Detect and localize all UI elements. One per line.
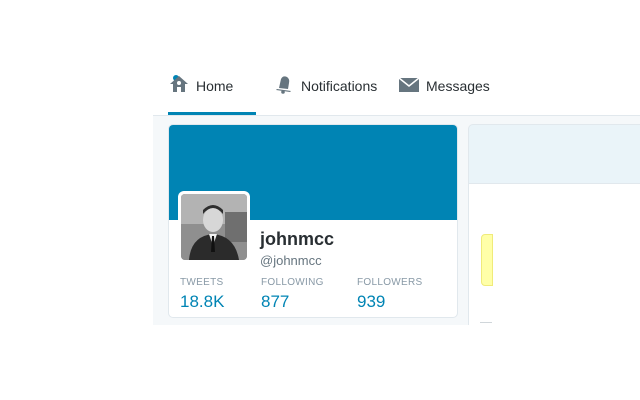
top-nav: Home Notifications Messages xyxy=(153,60,640,116)
profile-card: johnmcc @johnmcc TWEETS 18.8K FOLLOWING … xyxy=(168,124,458,318)
highlight-note xyxy=(481,234,493,286)
stat-tweets-value: 18.8K xyxy=(180,292,225,311)
profile-handle[interactable]: @johnmcc xyxy=(260,253,322,268)
stat-followers-value: 939 xyxy=(357,292,386,311)
nav-notifications-label: Notifications xyxy=(301,78,378,94)
profile-name[interactable]: johnmcc xyxy=(260,229,334,250)
bell-icon xyxy=(273,74,295,94)
nav-notifications[interactable]: Notifications xyxy=(273,74,377,114)
stat-following[interactable]: FOLLOWING 877 xyxy=(261,277,324,312)
envelope-icon xyxy=(398,74,420,94)
stat-following-label: FOLLOWING xyxy=(261,277,324,288)
avatar-frame[interactable] xyxy=(178,191,250,263)
side-panel-body xyxy=(468,184,640,325)
nav-home-label: Home xyxy=(196,78,234,94)
nav-home[interactable]: Home xyxy=(168,74,256,114)
stat-followers-label: FOLLOWERS xyxy=(357,277,423,288)
stat-following-value: 877 xyxy=(261,292,290,311)
nav-messages[interactable]: Messages xyxy=(398,74,490,114)
nav-messages-label: Messages xyxy=(426,78,490,94)
divider xyxy=(480,322,492,326)
stat-tweets-label: TWEETS xyxy=(180,277,224,288)
stat-followers[interactable]: FOLLOWERS 939 xyxy=(357,277,423,312)
stat-tweets[interactable]: TWEETS 18.8K xyxy=(180,277,224,312)
side-panel-header xyxy=(468,124,640,184)
active-tab-indicator xyxy=(168,112,256,115)
avatar xyxy=(181,194,247,260)
home-icon xyxy=(168,74,190,94)
